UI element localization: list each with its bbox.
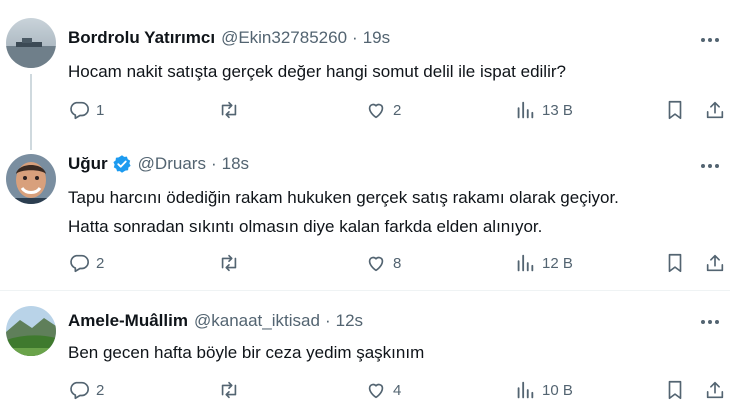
like-button[interactable]: 2	[365, 96, 401, 124]
retweet-button[interactable]	[218, 96, 246, 124]
tweet-text: Tapu harcını ödediğin rakam hukuken gerç…	[68, 185, 718, 239]
retweet-button[interactable]	[218, 249, 246, 277]
views-count: 12 B	[542, 254, 573, 272]
views-count: 13 B	[542, 101, 573, 119]
verified-badge-icon	[112, 154, 132, 174]
more-dots-icon[interactable]	[698, 312, 722, 332]
bookmark-icon	[668, 380, 682, 400]
timeline: Bordrolu Yatırımcı @Ekin32785260 · 19s H…	[0, 0, 730, 420]
avatar[interactable]	[6, 154, 56, 204]
like-count: 2	[393, 101, 402, 119]
bookmark-button[interactable]	[664, 376, 686, 404]
like-count: 8	[393, 254, 402, 272]
more-dots-icon[interactable]	[698, 30, 722, 50]
more-dots-icon[interactable]	[698, 156, 722, 176]
tweet-text-line: Tapu harcını ödediğin rakam hukuken gerç…	[68, 188, 619, 207]
reply-count: 1	[96, 101, 105, 119]
like-button[interactable]: 8	[365, 249, 401, 277]
retweet-icon	[221, 254, 237, 272]
tweet-header: Uğur @Druars · 18s	[68, 154, 249, 174]
tweet[interactable]: Bordrolu Yatırımcı @Ekin32785260 · 19s H…	[0, 0, 730, 140]
tweet-actions: 2 8 12 B	[60, 249, 730, 277]
avatar[interactable]	[6, 306, 56, 356]
reply-icon	[70, 254, 89, 273]
views-chart-icon	[517, 101, 534, 119]
tweet-text-line: Hatta sonradan sıkıntı olmasın diye kala…	[68, 217, 543, 236]
share-icon	[706, 101, 724, 119]
retweet-icon	[221, 101, 237, 119]
share-icon	[706, 381, 724, 399]
share-button[interactable]	[704, 249, 726, 277]
display-name[interactable]: Bordrolu Yatırımcı	[68, 28, 215, 48]
like-count: 4	[393, 381, 402, 399]
tweet-header: Amele-Muâllim @kanaat_iktisad · 12s	[68, 311, 363, 331]
reply-icon	[70, 101, 89, 120]
like-button[interactable]: 4	[365, 376, 401, 404]
reply-button[interactable]: 2	[68, 376, 104, 404]
bookmark-button[interactable]	[664, 249, 686, 277]
reply-button[interactable]: 1	[68, 96, 104, 124]
views-button[interactable]: 13 B	[514, 96, 573, 124]
retweet-icon	[221, 381, 237, 399]
heart-icon	[368, 103, 384, 119]
reply-count: 2	[96, 254, 105, 272]
tweet-actions: 1 2 13 B	[60, 96, 730, 124]
reply-count: 2	[96, 381, 105, 399]
heart-icon	[368, 383, 384, 399]
views-count: 10 B	[542, 381, 573, 399]
timestamp[interactable]: 18s	[222, 154, 249, 174]
share-button[interactable]	[704, 96, 726, 124]
tweet[interactable]: Uğur @Druars · 18s Tapu harcını ödediğin…	[0, 140, 730, 290]
views-button[interactable]: 12 B	[514, 249, 573, 277]
tweet[interactable]: Amele-Muâllim @kanaat_iktisad · 12s Ben …	[0, 290, 730, 420]
bookmark-icon	[668, 100, 682, 120]
tweet-text: Hocam nakit satışta gerçek değer hangi s…	[68, 62, 566, 81]
tweet-header: Bordrolu Yatırımcı @Ekin32785260 · 19s	[68, 28, 390, 48]
views-button[interactable]: 10 B	[514, 376, 573, 404]
user-handle[interactable]: @kanaat_iktisad	[194, 311, 320, 331]
display-name[interactable]: Amele-Muâllim	[68, 311, 188, 331]
retweet-button[interactable]	[218, 376, 246, 404]
avatar[interactable]	[6, 18, 56, 68]
timestamp[interactable]: 19s	[363, 28, 390, 48]
separator-dot: ·	[352, 28, 358, 47]
bookmark-button[interactable]	[664, 96, 686, 124]
user-handle[interactable]: @Druars	[138, 154, 206, 174]
reply-button[interactable]: 2	[68, 249, 104, 277]
thread-line	[30, 140, 32, 150]
views-chart-icon	[517, 254, 534, 272]
separator-dot: ·	[210, 154, 217, 173]
timestamp[interactable]: 12s	[336, 311, 363, 331]
views-chart-icon	[517, 381, 534, 399]
bookmark-icon	[668, 253, 682, 273]
tweet-text: Ben gecen hafta böyle bir ceza yedim şaş…	[68, 343, 425, 362]
heart-icon	[368, 256, 384, 272]
reply-icon	[70, 381, 89, 400]
display-name[interactable]: Uğur	[68, 154, 108, 174]
tweet-actions: 2 4 10 B	[60, 376, 730, 404]
thread-line	[30, 74, 32, 140]
user-handle[interactable]: @Ekin32785260	[221, 28, 347, 48]
separator-dot: ·	[324, 311, 331, 330]
share-icon	[706, 254, 724, 272]
share-button[interactable]	[704, 376, 726, 404]
